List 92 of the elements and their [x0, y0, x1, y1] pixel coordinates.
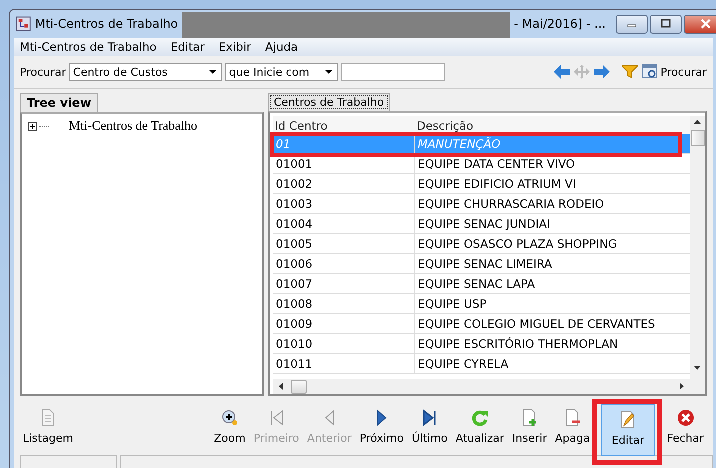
- magnifier-icon: [220, 409, 239, 427]
- maximize-icon: [660, 19, 672, 29]
- move-icon: [574, 65, 590, 79]
- filter-icon[interactable]: [622, 65, 638, 79]
- window-title: - Mai/2016] - ...: [514, 17, 606, 31]
- dropdown-arrow-icon: [325, 70, 334, 74]
- tree-item[interactable]: Mti-Centros de Trabalho: [69, 118, 198, 134]
- table-row[interactable]: 01007 EQUIPE SENAC LAPA: [273, 274, 690, 294]
- table-cell: 01011: [273, 354, 415, 373]
- close-icon: [700, 19, 712, 29]
- document-icon: [40, 409, 56, 427]
- table-cell: 01002: [273, 174, 415, 193]
- forward-arrow-icon[interactable]: [594, 65, 610, 79]
- window-title: Mti-Centros de Trabalho: [35, 17, 178, 31]
- scrollbar-thumb[interactable]: [690, 130, 704, 146]
- scroll-left-icon[interactable]: [279, 383, 283, 390]
- expand-icon[interactable]: [28, 122, 37, 130]
- table-cell-text: EQUIPE USP: [417, 296, 488, 312]
- table-cell: 01010: [273, 334, 415, 353]
- table-row[interactable]: 01006 EQUIPE SENAC LIMEIRA: [273, 254, 690, 274]
- column-header[interactable]: Descrição: [415, 116, 690, 134]
- scrollbar-thumb[interactable]: [291, 380, 307, 394]
- table-cell-text: EQUIPE DATA CENTER VIVO: [417, 156, 576, 172]
- table-cell: 01008: [273, 294, 415, 313]
- last-icon: [422, 409, 437, 427]
- table-cell-text: EQUIPE COLEGIO MIGUEL DE CERVANTES: [417, 316, 656, 332]
- table-row[interactable]: 01002 EQUIPE EDIFICIO ATRIUM VI: [273, 174, 690, 194]
- next-icon: [374, 409, 389, 427]
- search-window-icon: [642, 64, 658, 80]
- table-cell-text: EQUIPE SENAC LIMEIRA: [417, 256, 554, 272]
- table-row[interactable]: 01008 EQUIPE USP: [273, 294, 690, 314]
- search-label: Procurar: [20, 66, 66, 78]
- previous-icon: [322, 409, 337, 427]
- menu-item[interactable]: Exibir: [218, 40, 252, 54]
- search-field[interactable]: [341, 63, 446, 81]
- maximize-button[interactable]: [650, 14, 682, 34]
- table-cell: 01009: [273, 314, 415, 333]
- app-icon: [16, 16, 32, 32]
- action-button[interactable]: Editar: [601, 404, 656, 456]
- table-row[interactable]: 01001 EQUIPE DATA CENTER VIVO: [273, 154, 690, 174]
- table-cell-text: MANUTENÇÃO: [417, 136, 502, 152]
- menu-item[interactable]: Mti-Centros de Trabalho: [20, 40, 157, 54]
- action-button[interactable]: Inserir: [509, 406, 550, 448]
- edit-document-icon: [620, 411, 636, 429]
- scroll-up-icon[interactable]: [694, 120, 701, 124]
- scroll-down-icon[interactable]: [694, 366, 701, 370]
- dropdown-arrow-icon: [209, 70, 218, 74]
- table-cell-text: EQUIPE ESCRITÓRIO THERMOPLAN: [417, 336, 620, 352]
- table-cell-text: EQUIPE CYRELA: [417, 356, 510, 372]
- table-cell-text: EQUIPE SENAC LAPA: [417, 276, 536, 292]
- table-row[interactable]: 01010 EQUIPE ESCRITÓRIO THERMOPLAN: [273, 334, 690, 354]
- table-row[interactable]: 01005 EQUIPE OSASCO PLAZA SHOPPING: [273, 234, 690, 254]
- action-button[interactable]: Listagem: [20, 406, 76, 448]
- back-arrow-icon[interactable]: [554, 65, 570, 79]
- column-header[interactable]: Id Centro: [273, 116, 415, 134]
- table-cell-text: EQUIPE EDIFICIO ATRIUM VI: [417, 176, 578, 192]
- table-row[interactable]: 01003 EQUIPE CHURRASCARIA RODEIO: [273, 194, 690, 214]
- menu-item[interactable]: Ajuda: [265, 40, 298, 54]
- tab[interactable]: Centros de Trabalho: [268, 93, 390, 111]
- close-icon: [676, 409, 695, 427]
- table-cell: 01005: [273, 234, 415, 253]
- action-button[interactable]: Último: [408, 406, 451, 448]
- table-cell-text: EQUIPE CHURRASCARIA RODEIO: [417, 196, 606, 212]
- action-button[interactable]: Fechar: [664, 406, 707, 448]
- minimize-button[interactable]: [616, 14, 648, 34]
- first-icon: [270, 409, 284, 427]
- field-dropdown[interactable]: Centro de Custos: [69, 63, 222, 81]
- table-row[interactable]: 01011 EQUIPE CYRELA: [273, 354, 690, 374]
- remove-document-icon: [564, 409, 581, 427]
- table-cell-text: EQUIPE SENAC JUNDIAI: [417, 216, 552, 232]
- table-row[interactable]: 01004 EQUIPE SENAC JUNDIAI: [273, 214, 690, 234]
- action-button[interactable]: Zoom: [211, 406, 249, 448]
- find-button[interactable]: Procurar: [642, 64, 707, 80]
- tab[interactable]: Tree view: [20, 93, 98, 112]
- table-cell: 01003: [273, 194, 415, 213]
- action-button[interactable]: Apaga: [552, 406, 594, 448]
- annotation-frame: [592, 399, 662, 465]
- table-cell: 01: [273, 134, 415, 153]
- mode-dropdown[interactable]: que Inicie com: [225, 63, 338, 81]
- table-cell: 01007: [273, 274, 415, 293]
- action-button[interactable]: Próximo: [356, 406, 407, 448]
- action-button[interactable]: Atualizar: [452, 406, 508, 448]
- table-cell-text: EQUIPE OSASCO PLAZA SHOPPING: [417, 236, 618, 252]
- add-document-icon: [522, 409, 538, 427]
- table-cell: 01006: [273, 254, 415, 273]
- menu-item[interactable]: Editar: [170, 40, 205, 54]
- table-cell: 01004: [273, 214, 415, 233]
- table-row[interactable]: 01009 EQUIPE COLEGIO MIGUEL DE CERVANTES: [273, 314, 690, 334]
- close-button[interactable]: [684, 14, 716, 34]
- refresh-icon: [471, 409, 490, 427]
- scroll-right-icon[interactable]: [680, 383, 684, 390]
- table-cell: 01001: [273, 154, 415, 173]
